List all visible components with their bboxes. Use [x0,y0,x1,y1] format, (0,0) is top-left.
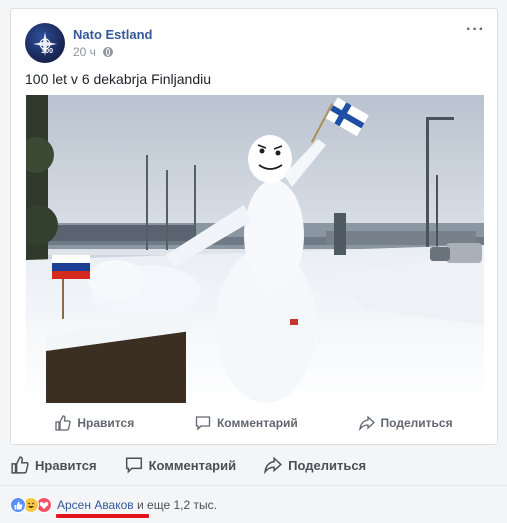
share-arrow-icon [358,415,375,431]
post-text: 100 let v 6 dekabrja Finljandiu [25,71,212,87]
thumbs-up-icon [55,415,72,431]
post-header: 100 Nato Estland 20 ч ··· [25,22,485,67]
reactions-count-text[interactable]: и еще 1,2 тыс. [134,498,217,512]
share-label: Поделиться [288,457,367,473]
shared-post-card: 100 Nato Estland 20 ч ··· 100 let v 6 de… [10,8,498,445]
reactor-name-link[interactable]: Арсен Аваков [57,498,134,512]
share-button[interactable]: Поделиться [264,456,366,474]
like-label: Нравится [35,457,97,473]
comment-button[interactable]: Комментарий [125,456,237,474]
avatar-tag: 100 [41,48,54,55]
share-arrow-icon [264,456,283,474]
more-horizontal-icon[interactable]: ··· [466,22,485,38]
comment-label: Комментарий [148,457,237,473]
red-underline-annotation [56,514,149,518]
inner-comment-button[interactable]: Комментарий [195,415,298,431]
comment-icon [195,416,211,431]
page-avatar[interactable]: 100 [25,23,65,63]
inner-share-label: Поделиться [380,416,453,430]
reactions-text: Арсен Аваков и еще 1,2 тыс. [57,498,217,512]
like-button[interactable]: Нравится [11,456,97,474]
shared-post-action-bar: Нравится Комментарий Поделиться [25,410,483,436]
inner-like-label: Нравится [77,416,135,430]
globe-icon [103,47,114,57]
thumbs-up-icon [11,456,29,474]
inner-share-button[interactable]: Поделиться [358,415,453,431]
comment-icon [125,457,142,474]
post-time-text: 20 ч [73,45,96,59]
post-timestamp[interactable]: 20 ч [73,45,114,59]
inner-like-button[interactable]: Нравится [55,415,134,431]
reactions-summary[interactable]: Арсен Аваков и еще 1,2 тыс. [10,496,217,514]
post-action-bar: Нравится Комментарий Поделиться [0,452,507,478]
like-reaction-icon [10,497,26,513]
snowman-photo [26,95,484,403]
divider [0,485,507,486]
inner-comment-label: Комментарий [216,416,298,430]
post-photo[interactable] [26,95,484,403]
page-background: 100 Nato Estland 20 ч ··· 100 let v 6 de… [0,0,507,523]
page-name-link[interactable]: Nato Estland [73,27,152,42]
